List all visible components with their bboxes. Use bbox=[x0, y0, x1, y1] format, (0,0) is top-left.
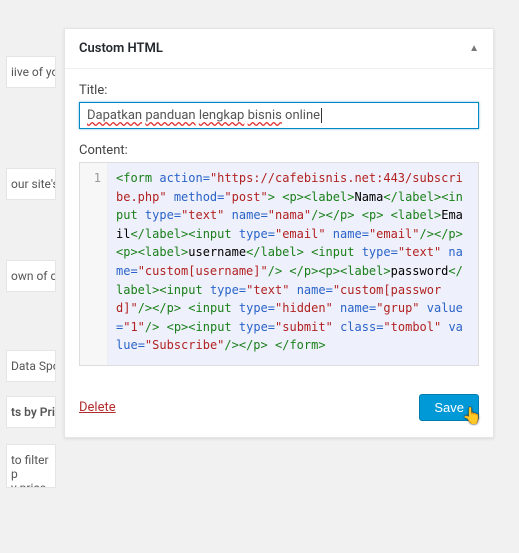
bg-fragment: to filter py price. bbox=[6, 444, 56, 488]
bg-fragment: our site's l bbox=[6, 168, 56, 200]
bg-fragment: iive of you bbox=[6, 56, 56, 88]
title-label: Title: bbox=[79, 83, 479, 98]
content-label: Content: bbox=[79, 143, 479, 158]
panel-title: Custom HTML bbox=[79, 41, 163, 56]
bg-fragment: own of cat bbox=[6, 260, 56, 292]
panel-header[interactable]: Custom HTML ▲ bbox=[65, 29, 493, 69]
title-input[interactable]: Dapatkan panduan lengkap bisnis online bbox=[79, 102, 479, 129]
collapse-icon[interactable]: ▲ bbox=[469, 43, 479, 54]
line-gutter: 1 bbox=[80, 163, 108, 365]
delete-link[interactable]: Delete bbox=[79, 400, 116, 415]
widget-panel: Custom HTML ▲ Title: Dapatkan panduan le… bbox=[64, 28, 494, 438]
panel-footer: Delete Save 👆 bbox=[65, 382, 493, 437]
panel-body: Title: Dapatkan panduan lengkap bisnis o… bbox=[65, 69, 493, 382]
code-content[interactable]: <form action="https://cafebisnis.net:443… bbox=[108, 163, 478, 365]
code-editor[interactable]: 1 <form action="https://cafebisnis.net:4… bbox=[79, 162, 479, 366]
bg-fragment: ts by Price bbox=[6, 396, 56, 428]
cursor-icon: 👆 bbox=[462, 406, 482, 426]
save-button[interactable]: Save 👆 bbox=[419, 394, 479, 421]
bg-fragment: Data Sponsor bbox=[6, 350, 56, 382]
